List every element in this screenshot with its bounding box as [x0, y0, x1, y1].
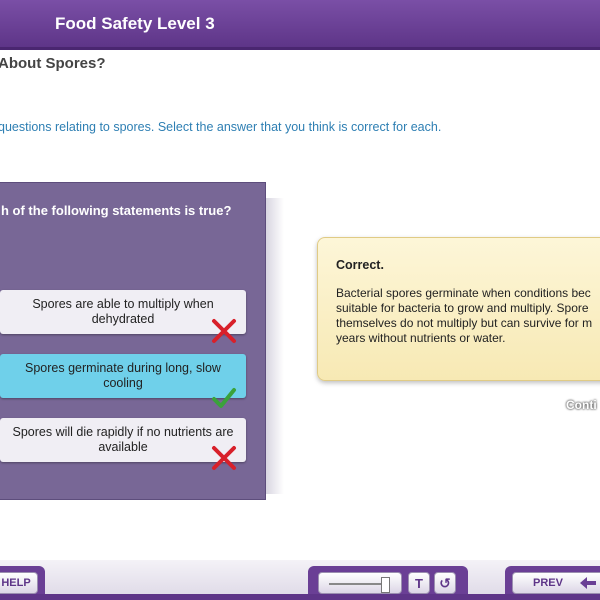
text-toggle-button[interactable]: T	[408, 572, 430, 594]
prev-label: PREV	[533, 577, 563, 589]
answer-option-3[interactable]: Spores will die rapidly if no nutrients …	[0, 418, 246, 462]
footer-bar	[0, 594, 600, 600]
answer-option-2[interactable]: Spores germinate during long, slow cooli…	[0, 354, 246, 398]
page-title: About Spores?	[0, 55, 106, 72]
arrow-left-icon	[580, 577, 596, 589]
continue-button[interactable]: Conti	[566, 398, 597, 412]
cross-icon	[212, 446, 236, 470]
answer-option-label: Spores will die rapidly if no nutrients …	[12, 425, 234, 454]
replay-icon: ↺	[439, 574, 451, 591]
cross-icon	[212, 319, 236, 343]
replay-button[interactable]: ↺	[434, 572, 456, 594]
slider-track	[329, 583, 387, 585]
answer-option-label: Spores are able to multiply when dehydra…	[32, 297, 214, 326]
slider-thumb[interactable]	[381, 577, 390, 593]
answer-option-1[interactable]: Spores are able to multiply when dehydra…	[0, 290, 246, 334]
app-title: Food Safety Level 3	[55, 14, 215, 33]
feedback-text: Bacterial spores germinate when conditio…	[336, 286, 593, 345]
checkmark-icon	[212, 388, 236, 408]
app-header: Food Safety Level 3	[0, 0, 600, 50]
instructions-text: questions relating to spores. Select the…	[0, 120, 442, 134]
help-button[interactable]: HELP	[0, 572, 38, 594]
feedback-box: Correct. Bacterial spores germinate when…	[317, 237, 600, 381]
volume-slider[interactable]	[318, 572, 402, 594]
answer-option-label: Spores germinate during long, slow cooli…	[25, 361, 221, 390]
question-text: h of the following statements is true?	[1, 203, 232, 218]
feedback-title: Correct.	[336, 258, 384, 272]
